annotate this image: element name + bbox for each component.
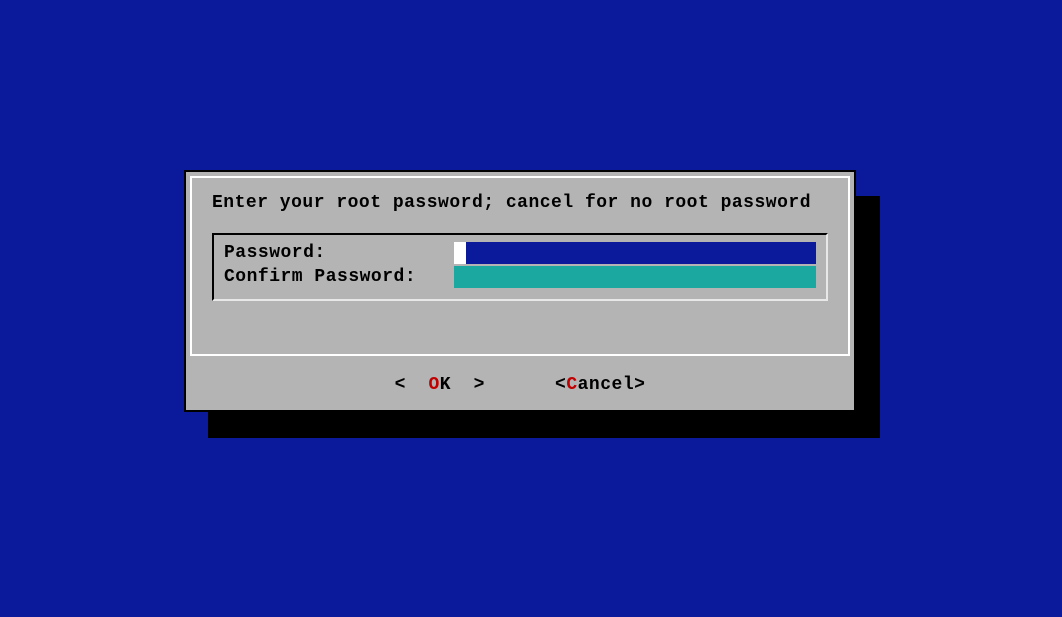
input-frame: Password: Confirm Password: xyxy=(212,233,828,301)
cancel-button[interactable]: <Cancel> xyxy=(555,375,645,395)
password-label: Password: xyxy=(224,243,454,263)
password-input[interactable] xyxy=(454,242,816,264)
dialog-content: Enter your root password; cancel for no … xyxy=(190,176,850,356)
ok-button[interactable]: < OK > xyxy=(395,375,485,395)
confirm-password-input[interactable] xyxy=(454,266,816,288)
password-dialog: Enter your root password; cancel for no … xyxy=(184,170,856,412)
confirm-password-label: Confirm Password: xyxy=(224,267,454,287)
confirm-password-row: Confirm Password: xyxy=(224,265,816,289)
ok-hotkey: O xyxy=(428,375,439,395)
dialog-prompt: Enter your root password; cancel for no … xyxy=(212,192,828,215)
cancel-hotkey: C xyxy=(566,375,577,395)
text-cursor xyxy=(454,242,466,264)
password-row: Password: xyxy=(224,241,816,265)
button-bar: < OK > <Cancel> xyxy=(186,360,854,410)
